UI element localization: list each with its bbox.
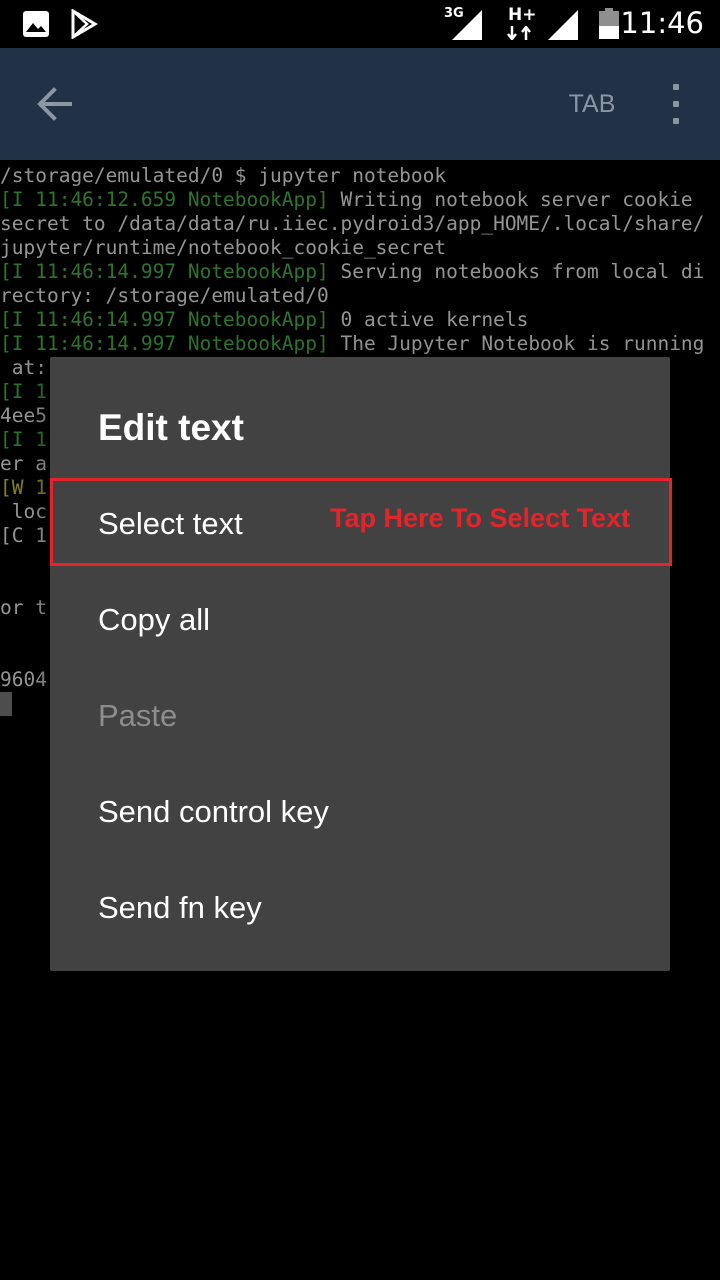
play-store-icon bbox=[71, 9, 98, 39]
menu-item-label: Send control key bbox=[98, 794, 329, 829]
menu-item-paste: Paste bbox=[50, 668, 670, 764]
signal-icon bbox=[548, 10, 578, 40]
image-icon bbox=[23, 11, 49, 37]
back-button[interactable] bbox=[28, 78, 84, 130]
network-hplus-label: H+ bbox=[508, 5, 537, 25]
back-arrow-icon bbox=[37, 87, 72, 121]
status-bar: 3G H+ 11:46 bbox=[0, 0, 720, 48]
menu-item-send-fn-key[interactable]: Send fn key bbox=[50, 860, 670, 956]
menu-item-label: Copy all bbox=[98, 602, 210, 637]
menu-item-send-control-key[interactable]: Send control key bbox=[50, 764, 670, 860]
app-bar: TAB bbox=[0, 48, 720, 160]
status-clock: 11:46 bbox=[620, 6, 704, 40]
menu-item-label: Paste bbox=[98, 698, 178, 733]
battery-icon bbox=[599, 8, 619, 39]
dialog-title: Edit text bbox=[98, 407, 244, 448]
annotation-label: Tap Here To Select Text bbox=[330, 503, 631, 533]
menu-item-label: Send fn key bbox=[98, 890, 262, 925]
signal-3g-icon bbox=[452, 10, 482, 40]
data-transfer-icon bbox=[507, 26, 531, 40]
tab-button[interactable]: TAB bbox=[552, 84, 632, 124]
menu-item-label: Select text bbox=[98, 506, 243, 541]
overflow-menu-button[interactable] bbox=[660, 76, 692, 132]
edit-text-dialog: Edit text Select text Copy all Paste Sen… bbox=[50, 357, 670, 971]
menu-item-copy-all[interactable]: Copy all bbox=[50, 572, 670, 668]
